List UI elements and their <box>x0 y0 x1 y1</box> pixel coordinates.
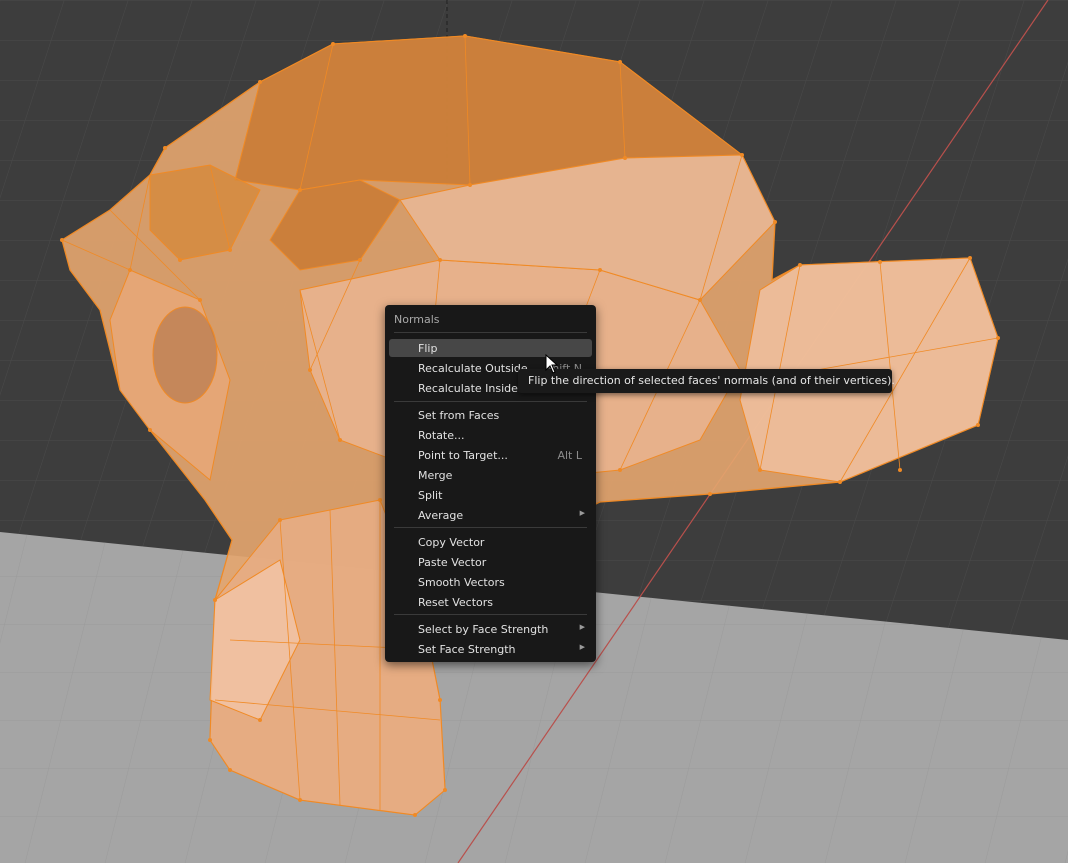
menu-item-merge[interactable]: Merge <box>389 466 592 484</box>
menu-item-flip[interactable]: Flip <box>389 339 592 357</box>
menu-item-average[interactable]: Average ▶ <box>389 506 592 524</box>
menu-item-label: Recalculate Outside <box>418 362 528 375</box>
tooltip-text: Flip the direction of selected faces' no… <box>528 374 895 387</box>
mouse-cursor-icon <box>545 354 559 374</box>
menu-item-label: Copy Vector <box>418 536 485 549</box>
menu-separator <box>394 614 587 615</box>
menu-item-copy-vector[interactable]: Copy Vector <box>389 533 592 551</box>
menu-item-point-to-target[interactable]: Point to Target... Alt L <box>389 446 592 464</box>
menu-item-label: Merge <box>418 469 453 482</box>
submenu-arrow-icon: ▶ <box>579 623 585 631</box>
menu-item-label: Paste Vector <box>418 556 487 569</box>
menu-item-label: Reset Vectors <box>418 596 494 609</box>
menu-separator <box>394 527 587 528</box>
menu-item-set-face-strength[interactable]: Set Face Strength ▶ <box>389 640 592 658</box>
menu-item-paste-vector[interactable]: Paste Vector <box>389 553 592 571</box>
normals-menu: Normals Flip Recalculate Outside Shift N… <box>385 305 596 662</box>
menu-item-label: Split <box>418 489 443 502</box>
menu-item-label: Set Face Strength <box>418 643 516 656</box>
submenu-arrow-icon: ▶ <box>579 509 585 517</box>
menu-item-rotate[interactable]: Rotate... <box>389 426 592 444</box>
menu-item-shortcut: Alt L <box>557 449 582 462</box>
menu-separator <box>394 332 587 333</box>
menu-item-label: Recalculate Inside <box>418 382 518 395</box>
menu-item-label: Select by Face Strength <box>418 623 549 636</box>
menu-item-label: Smooth Vectors <box>418 576 505 589</box>
submenu-arrow-icon: ▶ <box>579 643 585 651</box>
menu-item-label: Rotate... <box>418 429 465 442</box>
menu-item-label: Set from Faces <box>418 409 500 422</box>
menu-item-select-by-face-strength[interactable]: Select by Face Strength ▶ <box>389 620 592 638</box>
menu-item-reset-vectors[interactable]: Reset Vectors <box>389 593 592 611</box>
menu-item-split[interactable]: Split <box>389 486 592 504</box>
menu-separator <box>394 401 587 402</box>
menu-title: Normals <box>394 313 440 326</box>
menu-item-smooth-vectors[interactable]: Smooth Vectors <box>389 573 592 591</box>
tooltip: Flip the direction of selected faces' no… <box>518 369 895 393</box>
menu-item-label: Point to Target... <box>418 449 508 462</box>
menu-item-set-from-faces[interactable]: Set from Faces <box>389 406 592 424</box>
menu-item-label: Average <box>418 509 464 522</box>
menu-item-label: Flip <box>418 342 438 355</box>
